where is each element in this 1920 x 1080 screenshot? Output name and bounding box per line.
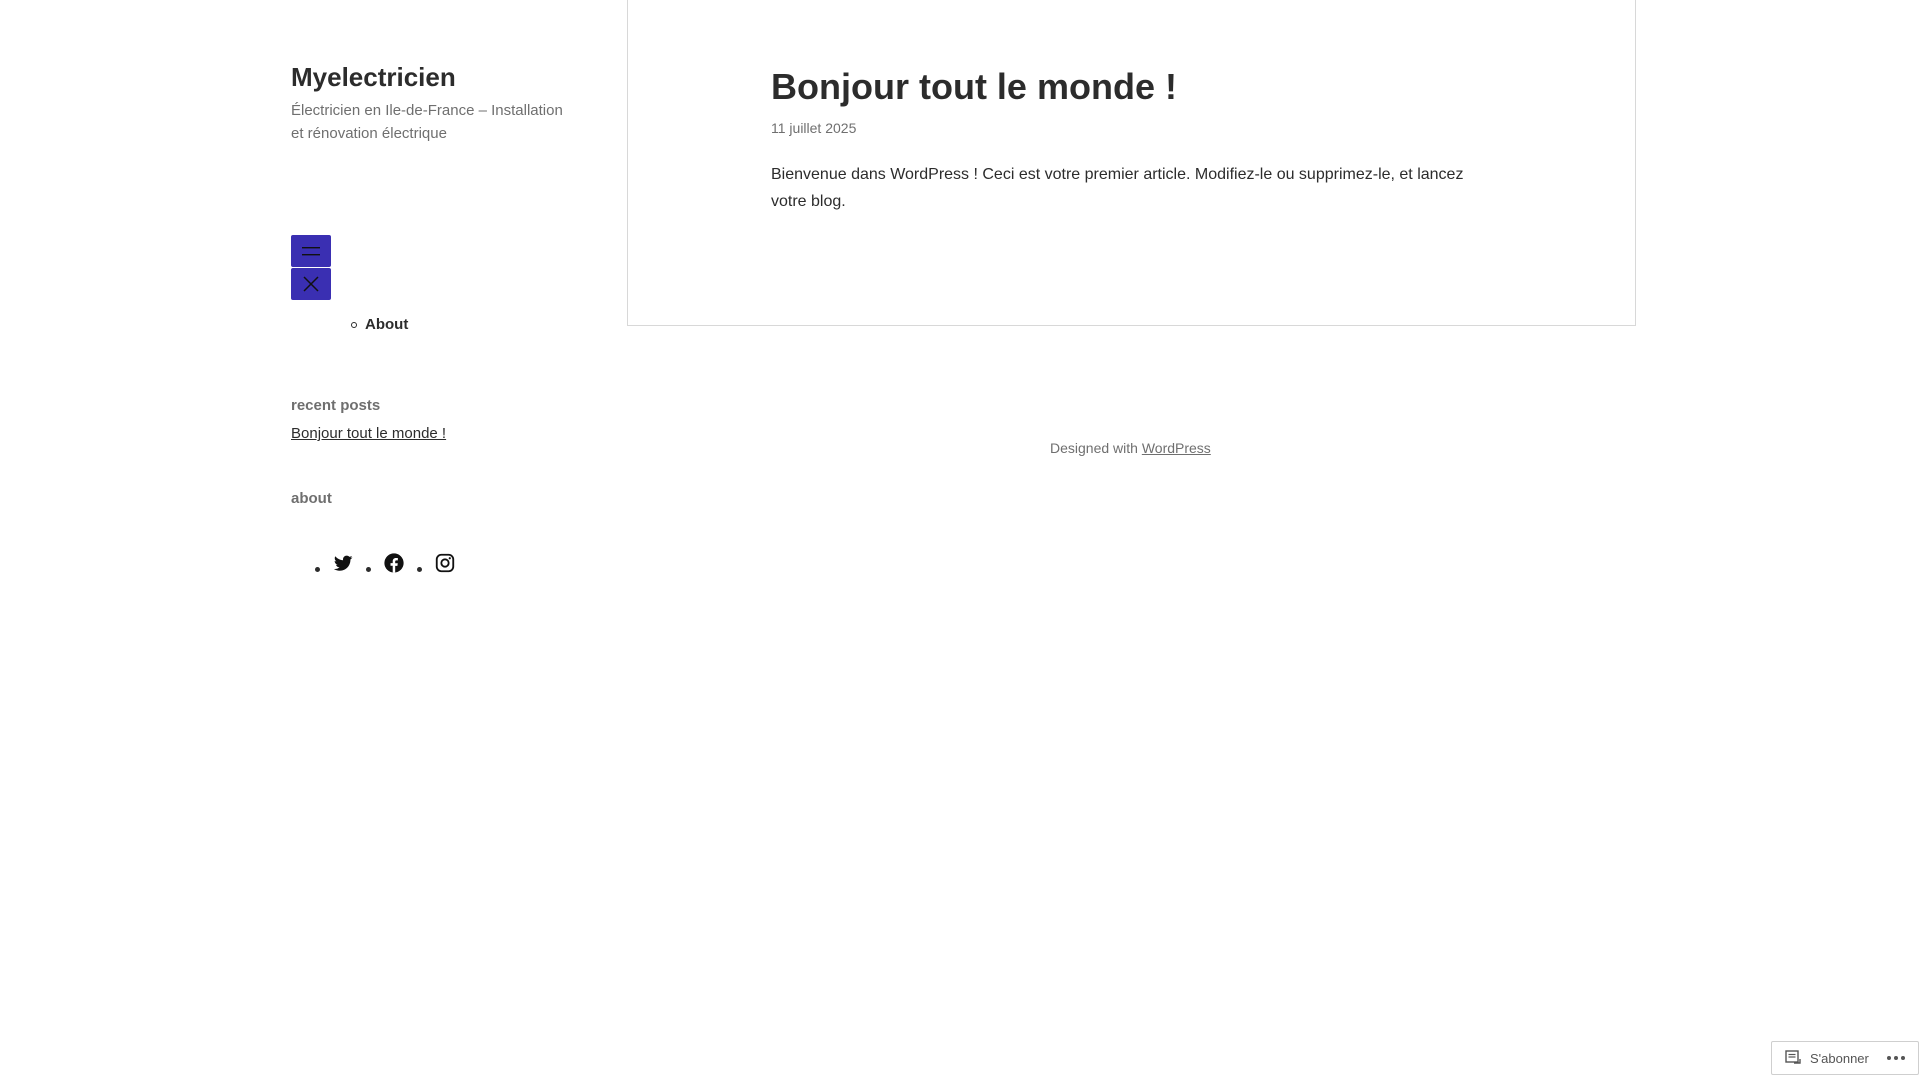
footer-credit-text: Designed with bbox=[1050, 440, 1142, 456]
footer-credit: Designed with WordPress bbox=[1050, 440, 1211, 456]
main-navigation: About bbox=[351, 316, 408, 333]
ellipsis-icon bbox=[1893, 1056, 1898, 1060]
post-title[interactable]: Bonjour tout le monde ! bbox=[771, 66, 1177, 108]
site-description: Électricien en Ile-de-France – Installat… bbox=[291, 102, 563, 142]
ellipsis-icon bbox=[1886, 1056, 1891, 1060]
list-bullet-icon bbox=[315, 567, 320, 572]
nav-bullet-icon bbox=[351, 321, 357, 328]
social-item-facebook bbox=[366, 552, 405, 574]
facebook-icon[interactable] bbox=[383, 552, 405, 574]
social-links bbox=[315, 552, 468, 574]
menu-close-button[interactable] bbox=[291, 268, 331, 300]
subscribe-button[interactable]: S'abonner bbox=[1772, 1050, 1869, 1066]
subscribe-label: S'abonner bbox=[1810, 1050, 1869, 1066]
more-actions-button[interactable] bbox=[1886, 1056, 1908, 1060]
recent-posts-title: recent posts bbox=[291, 397, 381, 414]
post-card: Bonjour tout le monde ! 11 juillet 2025 … bbox=[627, 0, 1636, 326]
social-item-instagram bbox=[417, 552, 456, 574]
site-title[interactable]: Myelectricien bbox=[291, 62, 456, 93]
twitter-icon[interactable] bbox=[332, 552, 354, 574]
instagram-icon[interactable] bbox=[434, 552, 456, 574]
post-body: Bienvenue dans WordPress ! Ceci est votr… bbox=[771, 166, 1464, 210]
list-bullet-icon bbox=[366, 567, 371, 572]
recent-post-link[interactable]: Bonjour tout le monde ! bbox=[291, 425, 446, 442]
nav-item-about[interactable]: About bbox=[351, 316, 408, 333]
nav-item-label: About bbox=[365, 316, 409, 333]
list-bullet-icon bbox=[417, 567, 422, 572]
social-item-twitter bbox=[315, 552, 354, 574]
subscribe-bar: S'abonner bbox=[1771, 1041, 1919, 1075]
about-widget-title: about bbox=[291, 490, 332, 507]
post-date[interactable]: 11 juillet 2025 bbox=[771, 120, 856, 136]
reader-icon bbox=[1785, 1050, 1801, 1064]
hamburger-icon bbox=[302, 247, 320, 256]
ellipsis-icon bbox=[1900, 1056, 1905, 1060]
wordpress-link[interactable]: WordPress bbox=[1142, 440, 1211, 456]
close-icon bbox=[303, 276, 319, 292]
menu-open-button[interactable] bbox=[291, 235, 331, 267]
